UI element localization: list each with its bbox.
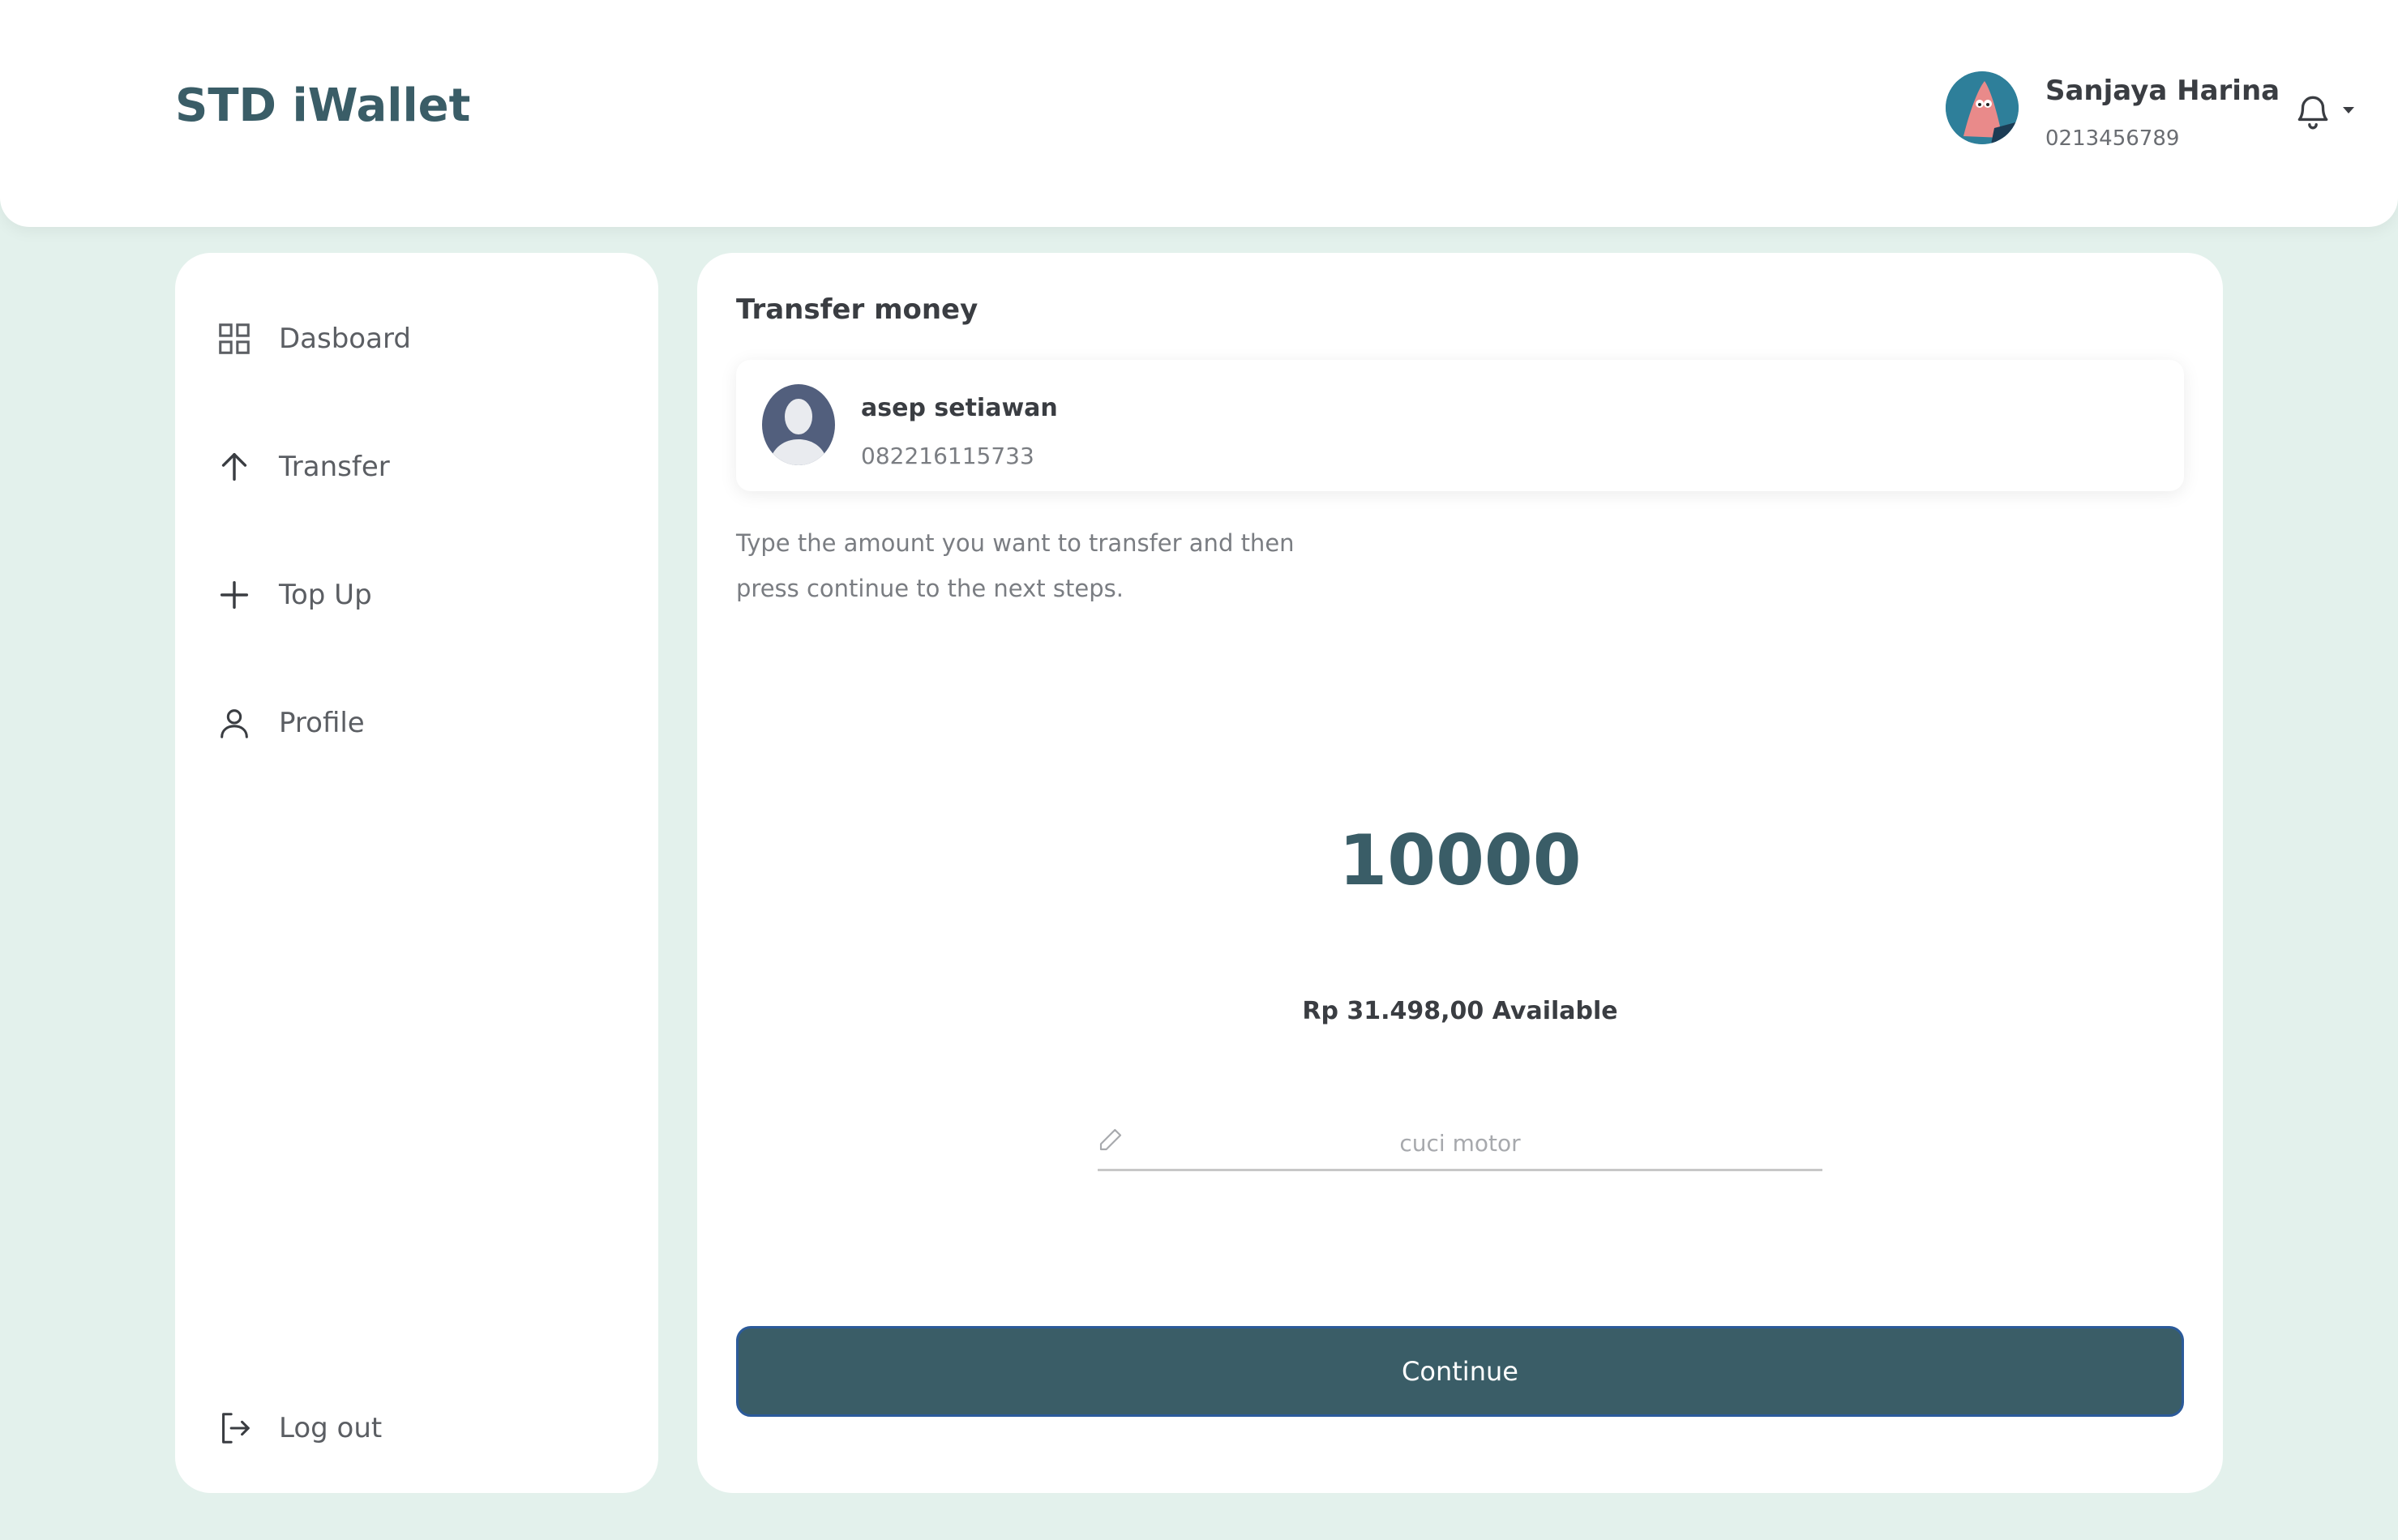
recipient-card: asep setiawan 082216115733: [736, 360, 2184, 491]
sidebar-item-logout[interactable]: Log out: [216, 1404, 382, 1452]
notes-input[interactable]: [1138, 1122, 1782, 1164]
user-phone: 0213456789: [2045, 126, 2180, 151]
sidebar-item-dashboard[interactable]: Dasboard: [216, 314, 411, 363]
caret-down-icon[interactable]: [2341, 105, 2356, 115]
top-header: STD iWallet Sanjaya Harina 0213456789: [0, 0, 2398, 227]
transfer-instructions: Type the amount you want to transfer and…: [736, 529, 1295, 602]
grid-icon: [219, 323, 250, 354]
transfer-panel: Transfer money asep setiawan 08221611573…: [697, 253, 2223, 1493]
sidebar-item-label: Dasboard: [279, 323, 411, 355]
sidebar-item-label: Top Up: [279, 579, 372, 611]
sidebar-item-label: Log out: [279, 1412, 383, 1444]
user-name: Sanjaya Harina: [2045, 75, 2280, 107]
user-avatar-photo: [1946, 71, 2019, 144]
brand-logo[interactable]: STD iWallet: [175, 79, 470, 132]
recipient-phone: 082216115733: [861, 443, 1034, 469]
sidebar-item-transfer[interactable]: Transfer: [216, 443, 390, 491]
logout-icon: [222, 1413, 250, 1444]
bell-icon[interactable]: [2293, 91, 2333, 131]
continue-button[interactable]: Continue: [736, 1326, 2184, 1417]
arrow-up-icon: [221, 452, 247, 481]
sidebar-item-topup[interactable]: Top Up: [216, 571, 372, 619]
plus-icon: [220, 580, 249, 610]
notes-field: [1098, 1112, 1822, 1171]
sidebar-item-label: Transfer: [279, 451, 390, 483]
sidebar-item-profile[interactable]: Profile: [216, 699, 365, 747]
page-title: Transfer money: [736, 293, 978, 326]
default-avatar-icon: [762, 384, 835, 465]
amount-input[interactable]: 10000: [697, 820, 2223, 901]
user-avatar[interactable]: [1946, 71, 2019, 144]
person-icon: [221, 709, 248, 738]
sidebar: Dasboard Transfer Top Up Profile Log out: [175, 253, 658, 1493]
available-balance: Rp 31.498,00 Available: [1302, 997, 1618, 1025]
pencil-icon: [1099, 1128, 1122, 1151]
sidebar-item-label: Profile: [279, 707, 365, 739]
recipient-name: asep setiawan: [861, 394, 1058, 422]
